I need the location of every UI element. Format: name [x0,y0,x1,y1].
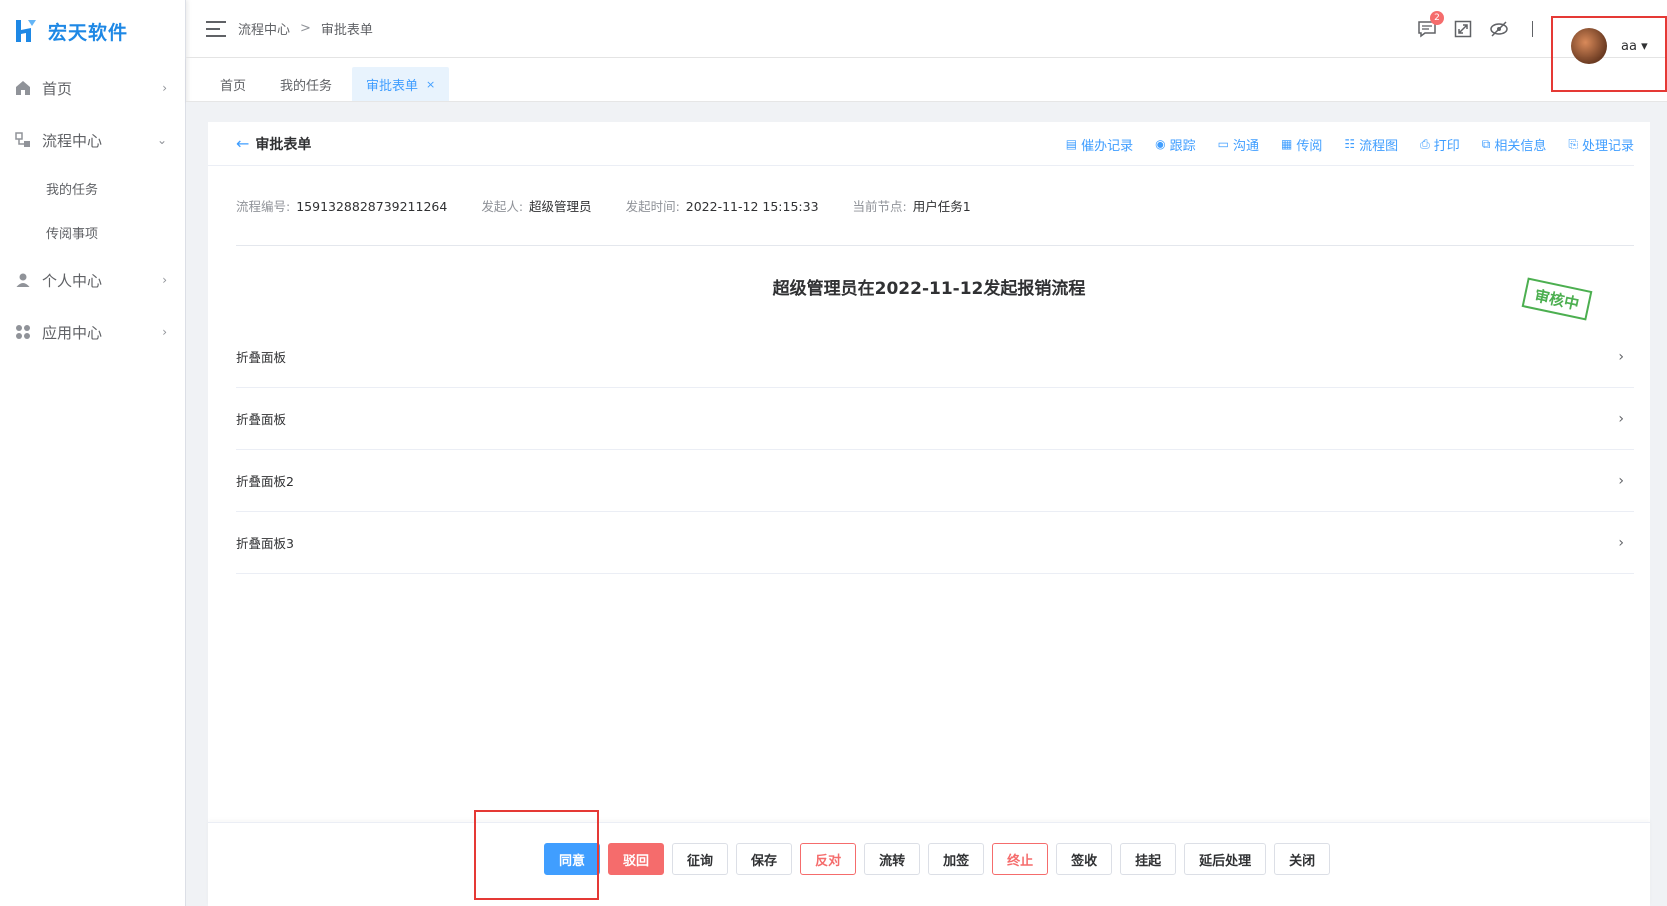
flow-icon [14,131,32,149]
tab-my-tasks[interactable]: 我的任务 [266,67,346,101]
collapse-panel[interactable]: 折叠面板2 › [236,450,1634,512]
logo-mark-icon [16,20,36,42]
breadcrumb-item: 审批表单 [320,23,373,38]
collapse-panel[interactable]: 折叠面板 › [236,388,1634,450]
form-title: 超级管理员在2022-11-12发起报销流程 [772,279,1086,299]
fullscreen-icon[interactable] [1452,18,1474,40]
flowchart-icon: ☷ [1344,137,1356,151]
oppose-button[interactable]: 反对 [800,843,857,875]
top-header: 流程中心 > 审批表单 2 aa ▾ [186,0,1667,92]
sidebar-subitem-my-tasks[interactable]: 我的任务 [0,166,185,210]
flow-number: 流程编号: 1591328828739211264 [236,199,448,214]
arrow-left-icon: ← [236,134,250,153]
tab-home[interactable]: 首页 [206,67,260,101]
close-button[interactable]: 关闭 [1274,843,1331,875]
initiator: 发起人: 超级管理员 [481,199,592,214]
card-header: ← 审批表单 ▤ 催办记录 ◉ 跟踪 ▭ 沟通 ▦ 传阅 ☷ 流程图 ⎙ 打印 ⧉ 相关信息 … [208,122,1634,166]
sidebar-item-label: 个人中心 [42,271,103,290]
sidebar-item-label: 流程中心 [42,131,103,150]
chevron-right-icon: › [162,325,167,339]
postpone-button[interactable]: 延后处理 [1184,843,1267,875]
current-node: 当前节点: 用户任务1 [852,199,971,214]
chevron-right-icon: › [1618,348,1624,365]
chevron-right-icon: › [1618,472,1624,489]
urge-record-link[interactable]: ▤ 催办记录 [1066,135,1133,154]
message-icon[interactable]: 2 [1416,11,1444,40]
process-record-link[interactable]: ⎘ 处理记录 [1568,135,1634,154]
chevron-right-icon: › [1618,534,1624,551]
sign-receive-button[interactable]: 签收 [1056,843,1113,875]
tags-view: 首页 我的任务 审批表单 × [186,58,1667,102]
sidebar-item-label: 首页 [42,79,73,98]
transfer-button[interactable]: 流转 [864,843,921,875]
sidebar-subitem-circulation[interactable]: 传阅事项 [0,210,185,254]
hide-eye-icon[interactable] [1488,18,1510,40]
header-divider [1532,21,1533,37]
reject-button[interactable]: 驳回 [608,843,665,875]
flowchart-link[interactable]: ☷ 流程图 [1344,135,1398,154]
action-footer: 同意 驳回 征询 保存 反对 流转 加签 终止 签收 挂起 延后处理 关闭 [208,822,1650,906]
target-icon: ◉ [1155,137,1166,151]
back-button[interactable]: ← 审批表单 [236,134,311,154]
sidebar-item-label: 应用中心 [42,323,103,342]
chevron-right-icon: › [162,273,167,287]
forward-doc-icon: ▦ [1281,137,1293,151]
collapse-panels: 折叠面板 › 折叠面板 › 折叠面板2 › 折叠面板3 › [236,326,1634,574]
page-title: 审批表单 [255,136,312,153]
agree-button[interactable]: 同意 [544,843,601,875]
main-content: ← 审批表单 ▤ 催办记录 ◉ 跟踪 ▭ 沟通 ▦ 传阅 ☷ 流程图 ⎙ 打印 ⧉ 相关信息 … [186,102,1667,906]
chevron-right-icon: › [1618,410,1624,427]
button-group: 同意 驳回 征询 保存 反对 流转 加签 终止 签收 挂起 延后处理 关闭 [544,843,1331,875]
menu-toggle-icon[interactable] [206,20,226,37]
apps-icon [14,323,32,341]
communicate-link[interactable]: ▭ 沟通 [1218,135,1259,154]
records-icon: ⎘ [1568,136,1578,151]
document-icon: ▤ [1065,137,1078,151]
chevron-down-icon: ⌄ [156,133,167,147]
sidebar-item-home[interactable]: 首页 › [0,62,185,114]
copy-icon: ⧉ [1481,136,1491,151]
chat-icon: ▭ [1217,137,1229,151]
print-link[interactable]: ⎙ 打印 [1420,135,1460,154]
breadcrumb-item[interactable]: 流程中心 [238,19,290,38]
chevron-right-icon: › [162,81,167,95]
home-icon [14,79,32,97]
action-links: ▤ 催办记录 ◉ 跟踪 ▭ 沟通 ▦ 传阅 ☷ 流程图 ⎙ 打印 ⧉ 相关信息 ⎘ 处理记录 [1066,122,1634,166]
sidebar-item-flow-center[interactable]: 流程中心 ⌄ [0,114,185,166]
user-icon [14,271,32,289]
circulate-link[interactable]: ▦ 传阅 [1281,135,1322,154]
caret-down-icon: ▾ [1641,38,1648,54]
sidebar: 宏天软件 首页 › 流程中心 ⌄ 我的任务 传阅事项 个人中心 › 应用中心 › [0,0,186,906]
sidebar-item-apps[interactable]: 应用中心 › [0,306,185,358]
terminate-button[interactable]: 终止 [992,843,1049,875]
related-info-link[interactable]: ⧉ 相关信息 [1482,135,1547,154]
track-link[interactable]: ◉ 跟踪 [1155,135,1196,154]
approval-card: ← 审批表单 ▤ 催办记录 ◉ 跟踪 ▭ 沟通 ▦ 传阅 ☷ 流程图 ⎙ 打印 ⧉ 相关信息 … [208,122,1650,906]
message-badge: 2 [1430,11,1444,25]
breadcrumb: 流程中心 > 审批表单 [238,19,373,38]
collapse-panel[interactable]: 折叠面板3 › [236,512,1634,574]
brand-name: 宏天软件 [48,21,129,44]
header-tools: 2 aa ▾ [1416,0,1667,92]
breadcrumb-separator: > [300,21,311,36]
suspend-button[interactable]: 挂起 [1120,843,1177,875]
start-time: 发起时间: 2022-11-12 15:15:33 [625,199,819,214]
add-signer-button[interactable]: 加签 [928,843,985,875]
flow-info: 流程编号: 1591328828739211264 发起人: 超级管理员 发起时间:… [236,166,1634,246]
collapse-panel[interactable]: 折叠面板 › [236,326,1634,388]
save-button[interactable]: 保存 [736,843,793,875]
logo[interactable]: 宏天软件 [0,0,185,62]
print-icon: ⎙ [1420,136,1430,151]
sidebar-item-personal[interactable]: 个人中心 › [0,254,185,306]
tab-approval-form[interactable]: 审批表单 × [352,67,450,101]
username: aa ▾ [1621,38,1648,54]
close-icon[interactable]: × [426,78,435,91]
consult-button[interactable]: 征询 [672,843,729,875]
